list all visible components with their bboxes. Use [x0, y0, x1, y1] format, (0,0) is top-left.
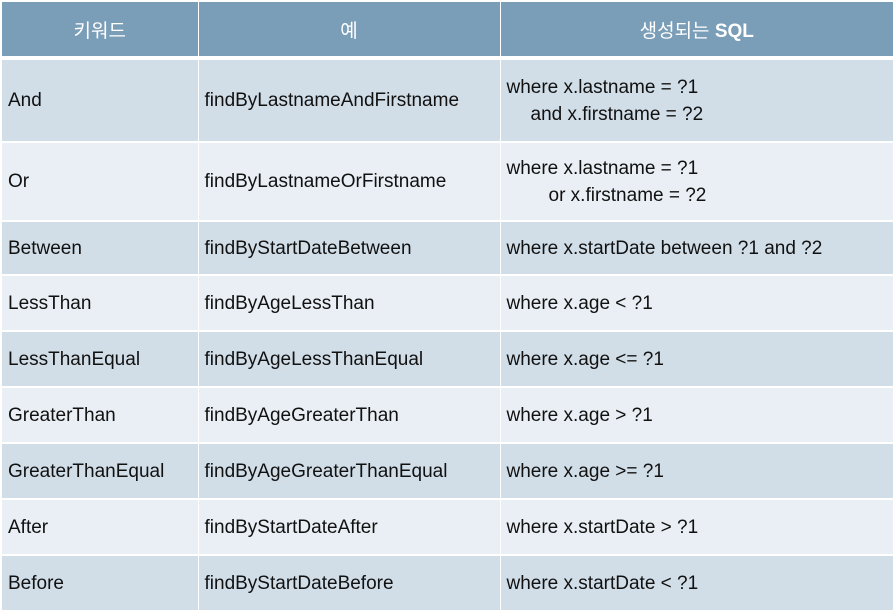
- cell-sql: where x.startDate between ?1 and ?2: [500, 221, 893, 276]
- table-row-or: Or findByLastnameOrFirstname where x.las…: [2, 142, 893, 222]
- cell-sql: where x.age <= ?1: [500, 331, 893, 388]
- cell-keyword: Before: [2, 555, 199, 612]
- keyword-table: 키워드 예 생성되는 SQL And findByLastnameAndFirs…: [2, 2, 893, 612]
- cell-keyword: After: [2, 499, 199, 556]
- table-header: 키워드 예 생성되는 SQL: [2, 2, 893, 60]
- cell-keyword: And: [2, 58, 199, 143]
- sql-line-2: and x.firstname = ?2: [530, 103, 704, 125]
- cell-keyword: GreaterThan: [2, 387, 199, 444]
- cell-example: findByStartDateAfter: [198, 499, 501, 556]
- cell-keyword: LessThanEqual: [2, 331, 199, 388]
- table-row-and: And findByLastnameAndFirstname where x.l…: [2, 58, 893, 143]
- cell-example: findByLastnameAndFirstname: [198, 58, 501, 143]
- table-body: And findByLastnameAndFirstname where x.l…: [2, 58, 893, 612]
- table-row-greaterthan: GreaterThan findByAgeGreaterThan where x…: [2, 387, 893, 444]
- table-row-lessthanequal: LessThanEqual findByAgeLessThanEqual whe…: [2, 331, 893, 388]
- cell-sql: where x.age >= ?1: [500, 443, 893, 500]
- table-row-between: Between findByStartDateBetween where x.s…: [2, 221, 893, 276]
- cell-example: findByAgeGreaterThan: [198, 387, 501, 444]
- sql-line-2: or x.firstname = ?2: [548, 184, 707, 206]
- cell-keyword: GreaterThanEqual: [2, 443, 199, 500]
- table-row-after: After findByStartDateAfter where x.start…: [2, 499, 893, 556]
- table-row-greaterthanequal: GreaterThanEqual findByAgeGreaterThanEqu…: [2, 443, 893, 500]
- cell-sql: where x.lastname = ?1 or x.firstname = ?…: [500, 142, 893, 222]
- cell-keyword: Or: [2, 142, 199, 222]
- cell-example: findByStartDateBetween: [198, 221, 501, 276]
- header-example: 예: [198, 2, 501, 60]
- cell-example: findByAgeLessThan: [198, 275, 501, 332]
- table-row-before: Before findByStartDateBefore where x.sta…: [2, 555, 893, 612]
- cell-example: findByAgeGreaterThanEqual: [198, 443, 501, 500]
- table-row-lessthan: LessThan findByAgeLessThan where x.age <…: [2, 275, 893, 332]
- cell-sql: where x.startDate > ?1: [500, 499, 893, 556]
- header-row: 키워드 예 생성되는 SQL: [2, 2, 893, 60]
- cell-example: findByAgeLessThanEqual: [198, 331, 501, 388]
- cell-sql: where x.startDate < ?1: [500, 555, 893, 612]
- cell-keyword: LessThan: [2, 275, 199, 332]
- cell-example: findByLastnameOrFirstname: [198, 142, 501, 222]
- cell-sql: where x.age > ?1: [500, 387, 893, 444]
- cell-sql: where x.lastname = ?1 and x.firstname = …: [500, 58, 893, 143]
- header-keyword: 키워드: [2, 2, 199, 60]
- header-sql-bold: SQL: [714, 20, 754, 42]
- cell-sql: where x.age < ?1: [500, 275, 893, 332]
- header-sql-prefix: 생성되는: [639, 20, 715, 42]
- header-sql: 생성되는 SQL: [500, 2, 893, 60]
- cell-example: findByStartDateBefore: [198, 555, 501, 612]
- cell-keyword: Between: [2, 221, 199, 276]
- sql-line-1: where x.lastname = ?1: [506, 76, 699, 98]
- sql-line-1: where x.lastname = ?1: [506, 157, 699, 179]
